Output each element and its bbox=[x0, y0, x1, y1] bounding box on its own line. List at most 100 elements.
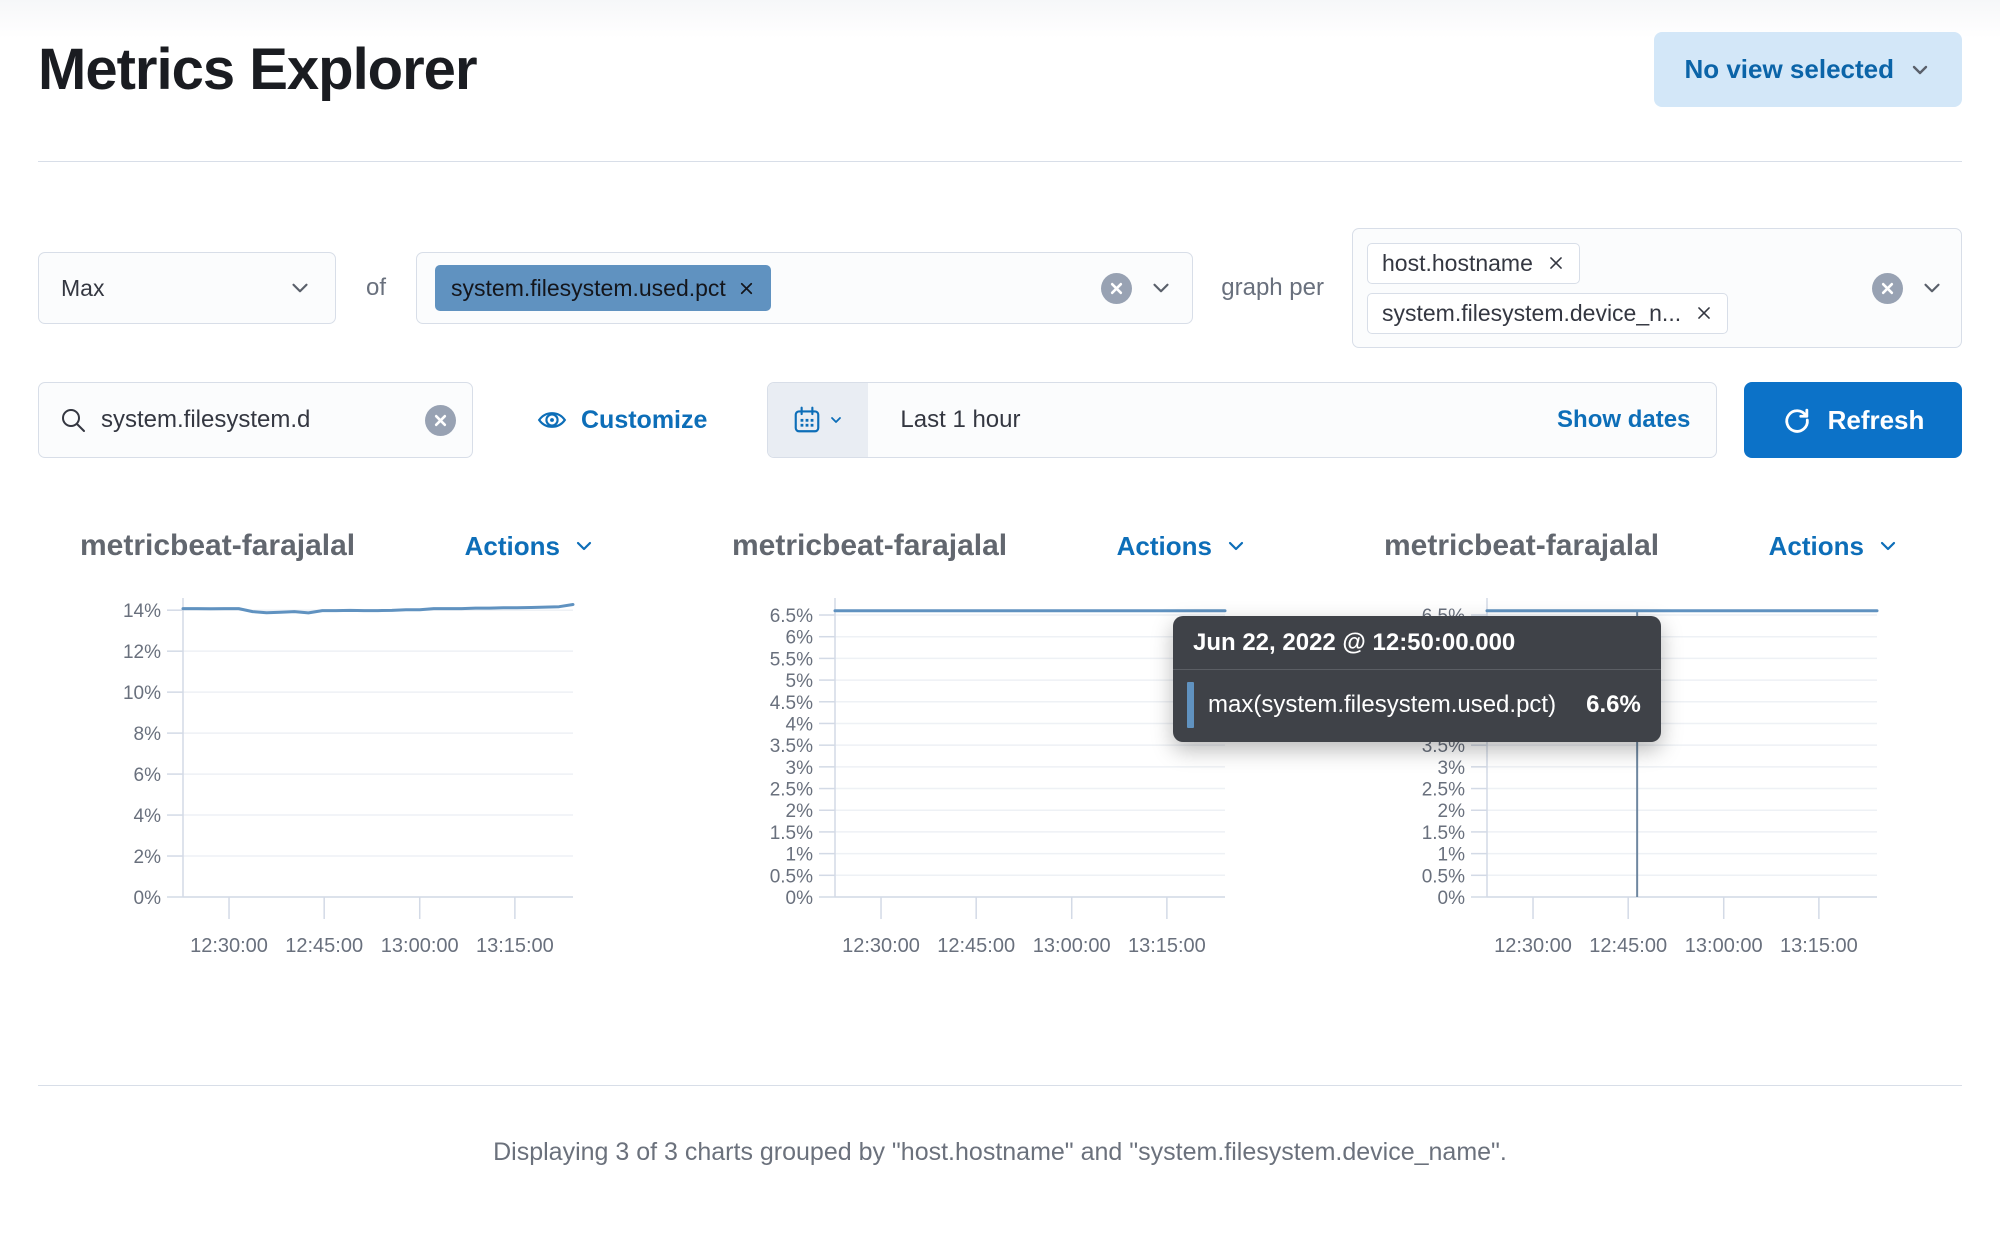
search-icon bbox=[59, 406, 87, 434]
date-picker: Last 1 hour Show dates bbox=[767, 382, 1717, 458]
chart-actions-button[interactable]: Actions bbox=[465, 531, 596, 562]
date-picker-quick-menu[interactable] bbox=[768, 383, 868, 457]
metric-combobox[interactable]: system.filesystem.used.pct bbox=[416, 252, 1193, 324]
svg-text:2.5%: 2.5% bbox=[770, 780, 813, 801]
tooltip-series-value: 6.6% bbox=[1586, 691, 1641, 719]
svg-text:2.5%: 2.5% bbox=[1422, 780, 1465, 801]
refresh-icon bbox=[1782, 405, 1812, 435]
svg-text:13:15:00: 13:15:00 bbox=[1780, 935, 1858, 957]
svg-text:2%: 2% bbox=[786, 801, 814, 822]
svg-text:12:30:00: 12:30:00 bbox=[1494, 935, 1572, 957]
svg-text:12%: 12% bbox=[123, 642, 161, 663]
chevron-down-icon bbox=[1908, 58, 1932, 82]
chart-panel-3: metricbeat-farajalal Actions 0%0.5%1%1.5… bbox=[1342, 524, 1942, 967]
svg-text:13:00:00: 13:00:00 bbox=[381, 935, 459, 957]
chart-header: metricbeat-farajalal Actions bbox=[38, 524, 638, 568]
svg-text:3.5%: 3.5% bbox=[770, 736, 813, 757]
svg-text:4.5%: 4.5% bbox=[770, 693, 813, 714]
metric-combobox-controls bbox=[1101, 273, 1174, 304]
actions-label: Actions bbox=[465, 531, 560, 562]
chart-title: metricbeat-farajalal bbox=[1384, 529, 1657, 563]
remove-tag-icon[interactable] bbox=[1547, 254, 1565, 272]
line-chart[interactable]: 0%0.5%1%1.5%2%2.5%3%3.5%4%4.5%5%5.5%6%6.… bbox=[760, 592, 1235, 967]
metric-tag[interactable]: system.filesystem.used.pct bbox=[435, 265, 771, 311]
chart-header: metricbeat-farajalal Actions bbox=[690, 524, 1290, 568]
chevron-down-icon bbox=[287, 275, 313, 301]
svg-text:5%: 5% bbox=[786, 671, 814, 692]
line-chart[interactable]: 0%2%4%6%8%10%12%14%12:30:0012:45:0013:00… bbox=[108, 592, 583, 967]
group-by-tag-label: system.filesystem.device_n... bbox=[1382, 300, 1681, 327]
svg-text:6%: 6% bbox=[786, 628, 814, 649]
page-header: Metrics Explorer No view selected bbox=[38, 0, 1962, 107]
svg-text:12:45:00: 12:45:00 bbox=[937, 935, 1015, 957]
svg-text:0%: 0% bbox=[1438, 888, 1466, 909]
clear-all-icon[interactable] bbox=[1101, 273, 1132, 304]
series-color-marker bbox=[1187, 682, 1194, 728]
svg-text:12:45:00: 12:45:00 bbox=[1589, 935, 1667, 957]
aggregation-select[interactable]: Max bbox=[38, 252, 336, 324]
calendar-icon bbox=[792, 405, 822, 435]
group-by-tag[interactable]: host.hostname bbox=[1367, 243, 1580, 284]
aggregation-value: Max bbox=[61, 275, 104, 302]
actions-label: Actions bbox=[1769, 531, 1864, 562]
view-picker-button[interactable]: No view selected bbox=[1654, 32, 1962, 107]
svg-text:4%: 4% bbox=[134, 806, 162, 827]
chevron-down-icon[interactable] bbox=[1148, 275, 1174, 301]
tooltip-series-label: max(system.filesystem.used.pct) bbox=[1208, 691, 1556, 719]
svg-text:1.5%: 1.5% bbox=[770, 823, 813, 844]
chart-title: metricbeat-farajalal bbox=[732, 529, 1005, 563]
chart-header: metricbeat-farajalal Actions bbox=[1342, 524, 1942, 568]
charts-area: metricbeat-farajalal Actions 0%2%4%6%8%1… bbox=[38, 524, 1962, 967]
svg-text:12:30:00: 12:30:00 bbox=[842, 935, 920, 957]
toolbar-row: Customize Last 1 hour Show dates Refresh bbox=[38, 382, 1962, 458]
svg-text:2%: 2% bbox=[1438, 801, 1466, 822]
tooltip-timestamp: Jun 22, 2022 @ 12:50:00.000 bbox=[1173, 616, 1661, 669]
svg-text:0.5%: 0.5% bbox=[770, 866, 813, 887]
chart-panel-2: metricbeat-farajalal Actions 0%0.5%1%1.5… bbox=[690, 524, 1290, 967]
group-by-tag[interactable]: system.filesystem.device_n... bbox=[1367, 293, 1728, 334]
truncated-text: l bbox=[1651, 529, 1657, 563]
svg-text:10%: 10% bbox=[123, 683, 161, 704]
svg-text:3%: 3% bbox=[1438, 758, 1466, 779]
svg-text:6.5%: 6.5% bbox=[770, 606, 813, 627]
svg-text:13:00:00: 13:00:00 bbox=[1685, 935, 1763, 957]
of-label: of bbox=[366, 274, 386, 302]
chart-tooltip: Jun 22, 2022 @ 12:50:00.000 max(system.f… bbox=[1173, 616, 1661, 742]
svg-text:3%: 3% bbox=[786, 758, 814, 779]
header-divider bbox=[38, 161, 1962, 162]
clear-search-icon[interactable] bbox=[425, 405, 456, 436]
chart-actions-button[interactable]: Actions bbox=[1769, 531, 1900, 562]
customize-label: Customize bbox=[581, 406, 707, 435]
group-by-combobox[interactable]: host.hostname system.filesystem.device_n… bbox=[1352, 228, 1962, 348]
svg-text:1.5%: 1.5% bbox=[1422, 823, 1465, 844]
refresh-label: Refresh bbox=[1828, 405, 1925, 436]
search-box[interactable] bbox=[38, 382, 473, 458]
charts-summary: Displaying 3 of 3 charts grouped by "hos… bbox=[38, 1138, 1962, 1167]
metrics-explorer-page: Metrics Explorer No view selected Max of… bbox=[0, 0, 2000, 1234]
svg-text:2%: 2% bbox=[134, 847, 162, 868]
eye-icon bbox=[537, 405, 567, 435]
actions-label: Actions bbox=[1117, 531, 1212, 562]
chevron-down-icon bbox=[1224, 534, 1248, 558]
search-input[interactable] bbox=[101, 406, 411, 434]
chevron-down-icon[interactable] bbox=[1919, 275, 1945, 301]
svg-text:0.5%: 0.5% bbox=[1422, 866, 1465, 887]
svg-text:1%: 1% bbox=[1438, 845, 1466, 866]
show-dates-button[interactable]: Show dates bbox=[1557, 406, 1716, 434]
footer-divider bbox=[38, 1085, 1962, 1086]
metric-tag-label: system.filesystem.used.pct bbox=[451, 275, 726, 302]
svg-text:13:15:00: 13:15:00 bbox=[476, 935, 554, 957]
svg-text:6%: 6% bbox=[134, 765, 162, 786]
chevron-down-icon bbox=[828, 412, 844, 428]
svg-text:12:30:00: 12:30:00 bbox=[190, 935, 268, 957]
chart-actions-button[interactable]: Actions bbox=[1117, 531, 1248, 562]
chevron-down-icon bbox=[1876, 534, 1900, 558]
customize-button[interactable]: Customize bbox=[537, 405, 707, 435]
remove-tag-icon[interactable] bbox=[1695, 304, 1713, 322]
refresh-button[interactable]: Refresh bbox=[1744, 382, 1962, 458]
time-range-value[interactable]: Last 1 hour bbox=[868, 406, 1557, 434]
remove-tag-icon[interactable] bbox=[738, 280, 755, 297]
clear-all-icon[interactable] bbox=[1872, 273, 1903, 304]
svg-text:13:15:00: 13:15:00 bbox=[1128, 935, 1206, 957]
view-picker-label: No view selected bbox=[1684, 54, 1894, 85]
